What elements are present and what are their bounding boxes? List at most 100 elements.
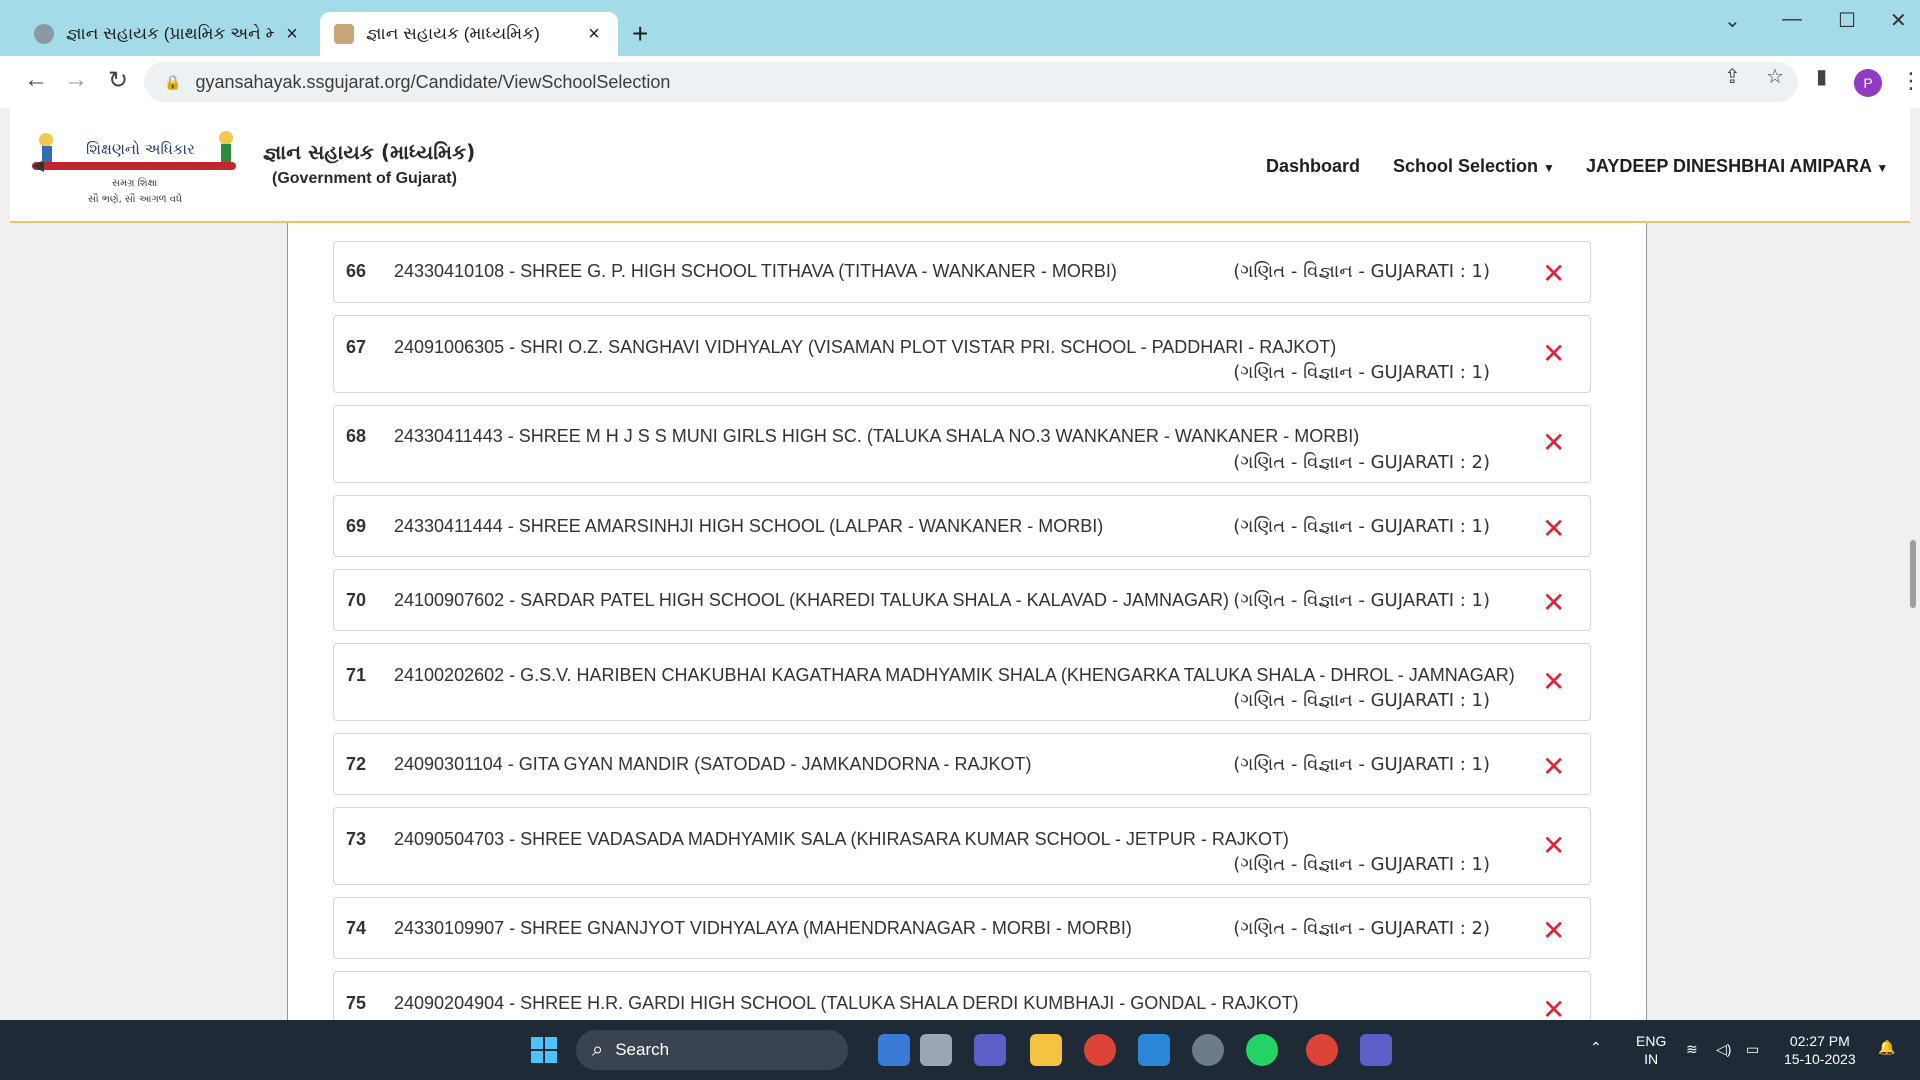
close-window-button[interactable]: ✕ xyxy=(1890,8,1907,33)
row-number: 75 xyxy=(346,993,367,1013)
logo-text-sub1: સમગ્ર શિક્ષા xyxy=(112,177,158,189)
clock[interactable]: 02:27 PM 15-10-2023 xyxy=(1784,1032,1856,1068)
row-number: 69 xyxy=(346,516,367,536)
remove-icon[interactable]: ✕ xyxy=(1542,512,1565,545)
share-icon[interactable]: ⇪ xyxy=(1724,64,1741,89)
remove-icon[interactable]: ✕ xyxy=(1542,257,1565,290)
taskbar: ⌕ Search ⌃ ENG IN ≋ ◁) ▭ 02:27 PM 15-10-… xyxy=(0,1020,1920,1080)
forward-button[interactable]: → xyxy=(60,66,92,94)
site-title: જ્ઞાન સહાયક (માધ્યમિક) xyxy=(263,140,476,164)
meet-icon[interactable] xyxy=(974,1034,1006,1066)
maximize-button[interactable]: ☐ xyxy=(1838,8,1856,33)
reload-button[interactable]: ↻ xyxy=(102,66,134,95)
settings-icon[interactable] xyxy=(1192,1034,1224,1066)
browser-tab-primary-secondary[interactable]: જ્ઞાન સહાયક (પ્રાથમિક અને માધ્યમિ × xyxy=(20,12,316,56)
taskbar-search-label: Search xyxy=(615,1040,670,1059)
whatsapp-icon[interactable] xyxy=(1246,1034,1278,1066)
browser-toolbar: ← → ↻ 🔒 gyansahayak.ssgujarat.org/Candid… xyxy=(0,56,1920,108)
nav-school-selection-label: School Selection xyxy=(1393,156,1539,176)
url-text[interactable]: gyansahayak.ssgujarat.org/Candidate/View… xyxy=(195,72,670,93)
emblem-icon xyxy=(334,24,354,44)
microsoft-store-icon[interactable] xyxy=(1138,1034,1170,1066)
browser-tab-secondary[interactable]: જ્ઞાન સહાયક (માધ્યમિક) × xyxy=(320,12,618,56)
chevron-down-icon: ▼ xyxy=(1543,161,1555,175)
close-tab-icon[interactable]: × xyxy=(584,23,604,46)
browser-menu-icon[interactable]: ⋮ xyxy=(1900,68,1920,94)
remove-icon[interactable]: ✕ xyxy=(1542,586,1565,619)
close-tab-icon[interactable]: × xyxy=(282,23,302,46)
row-subject: (ગણિત - વિજ્ઞાન - GUJARATI : 1) xyxy=(1233,516,1490,537)
row-school: 24330411443 - SHREE M H J S S MUNI GIRLS… xyxy=(394,426,1360,446)
list-item: 67 24091006305 - SHRI O.Z. SANGHAVI VIDH… xyxy=(333,315,1591,393)
side-panel-icon[interactable]: ▮ xyxy=(1816,64,1827,89)
address-bar[interactable]: 🔒 gyansahayak.ssgujarat.org/Candidate/Vi… xyxy=(144,62,1798,102)
clock-time: 02:27 PM xyxy=(1789,1033,1850,1049)
back-button[interactable]: ← xyxy=(20,66,52,94)
row-number: 68 xyxy=(346,426,367,446)
row-number: 67 xyxy=(346,337,367,357)
teams-icon[interactable] xyxy=(1360,1034,1392,1066)
site-logo[interactable]: શિક્ષણનો અધિકાર સમગ્ર શિક્ષા સૌ ભણે, સૌ … xyxy=(30,128,240,208)
web-page: શિક્ષણનો અધિકાર સમગ્ર શિક્ષા સૌ ભણે, સૌ … xyxy=(10,108,1920,1020)
copilot-icon[interactable] xyxy=(878,1034,910,1066)
file-explorer-icon[interactable] xyxy=(1030,1034,1062,1066)
language-line2: IN xyxy=(1644,1051,1659,1067)
logo-graphic: શિક્ષણનો અધિકાર સમગ્ર શિક્ષા સૌ ભણે, સૌ … xyxy=(32,131,236,205)
remove-icon[interactable]: ✕ xyxy=(1542,914,1565,947)
row-subject: (ગણિત - વિજ્ઞાન - GUJARATI : 1) xyxy=(1233,754,1490,775)
list-item: 68 24330411443 - SHREE M H J S S MUNI GI… xyxy=(333,405,1591,483)
remove-icon[interactable]: ✕ xyxy=(1542,426,1565,459)
windows-start-icon[interactable] xyxy=(528,1034,560,1066)
row-subject: (ગણિત - વિજ્ઞાન - GUJARATI : 1) xyxy=(1233,261,1490,282)
row-number: 74 xyxy=(346,918,367,938)
task-view-icon[interactable] xyxy=(920,1034,952,1066)
logo-text-sub2: સૌ ભણે, સૌ આગળ વધે xyxy=(88,192,182,205)
tab-title: જ્ઞાન સહાયક (માધ્યમિક) xyxy=(366,24,540,43)
row-number: 73 xyxy=(346,829,367,849)
tab-title: જ્ઞાન સહાયક (પ્રાથમિક અને માધ્યમિ xyxy=(66,24,274,43)
list-item: 73 24090504703 - SHREE VADASADA MADHYAMI… xyxy=(333,807,1591,885)
list-item: 70 24100907602 - SARDAR PATEL HIGH SCHOO… xyxy=(333,569,1591,631)
chrome-profile-icon[interactable] xyxy=(1306,1034,1338,1066)
remove-icon[interactable]: ✕ xyxy=(1542,750,1565,783)
notification-bell-icon[interactable]: 🔔 xyxy=(1878,1038,1895,1056)
remove-icon[interactable]: ✕ xyxy=(1542,665,1565,698)
list-item: 69 24330411444 - SHREE AMARSINHJI HIGH S… xyxy=(333,495,1591,557)
lock-icon[interactable]: 🔒 xyxy=(164,74,181,91)
wifi-icon[interactable]: ≋ xyxy=(1686,1040,1698,1058)
list-item: 75 24090204904 - SHREE H.R. GARDI HIGH S… xyxy=(333,971,1591,1020)
remove-icon[interactable]: ✕ xyxy=(1542,993,1565,1020)
taskbar-search[interactable]: ⌕ Search xyxy=(576,1030,848,1070)
minimize-button[interactable]: — xyxy=(1782,8,1802,31)
new-tab-button[interactable]: + xyxy=(632,18,648,50)
tab-search-icon[interactable]: ⌄ xyxy=(1724,8,1741,33)
row-school: 24330410108 - SHREE G. P. HIGH SCHOOL TI… xyxy=(394,261,1117,281)
nav-user-menu[interactable]: JAYDEEP DINESHBHAI AMIPARA ▼ xyxy=(1586,156,1888,177)
volume-icon[interactable]: ◁) xyxy=(1716,1040,1731,1058)
remove-icon[interactable]: ✕ xyxy=(1542,829,1565,862)
list-item: 72 24090301104 - GITA GYAN MANDIR (SATOD… xyxy=(333,733,1591,795)
row-subject: (ગણિત - વિજ્ઞાન - GUJARATI : 1) xyxy=(1233,690,1490,711)
page-scrollbar[interactable] xyxy=(1910,540,1916,608)
remove-icon[interactable]: ✕ xyxy=(1542,337,1565,370)
browser-tab-bar: જ્ઞાન સહાયક (પ્રાથમિક અને માધ્યમિ × જ્ઞા… xyxy=(0,0,1920,56)
nav-dashboard[interactable]: Dashboard xyxy=(1266,156,1360,177)
logo-text-main: શિક્ષણનો અધિકાર xyxy=(86,140,195,158)
chevron-down-icon: ▼ xyxy=(1876,161,1889,175)
list-item: 74 24330109907 - SHREE GNANJYOT VIDHYALA… xyxy=(333,897,1591,959)
globe-icon xyxy=(34,24,54,44)
battery-icon[interactable]: ▭ xyxy=(1746,1040,1759,1058)
language-indicator[interactable]: ENG IN xyxy=(1636,1032,1666,1068)
list-item: 71 24100202602 - G.S.V. HARIBEN CHAKUBHA… xyxy=(333,643,1591,721)
clock-date: 15-10-2023 xyxy=(1784,1051,1856,1067)
row-number: 71 xyxy=(346,665,367,685)
bookmark-star-icon[interactable]: ☆ xyxy=(1766,64,1784,89)
site-header: શિક્ષણનો અધિકાર સમગ્ર શિક્ષા સૌ ભણે, સૌ … xyxy=(10,108,1910,223)
user-name: JAYDEEP DINESHBHAI AMIPARA xyxy=(1586,156,1872,176)
search-icon: ⌕ xyxy=(592,1038,604,1061)
profile-avatar[interactable]: P xyxy=(1854,69,1882,97)
chevron-up-icon[interactable]: ⌃ xyxy=(1590,1038,1602,1056)
chrome-icon[interactable] xyxy=(1084,1034,1116,1066)
row-school: 24100907602 - SARDAR PATEL HIGH SCHOOL (… xyxy=(394,590,1229,610)
nav-school-selection[interactable]: School Selection ▼ xyxy=(1393,156,1555,177)
